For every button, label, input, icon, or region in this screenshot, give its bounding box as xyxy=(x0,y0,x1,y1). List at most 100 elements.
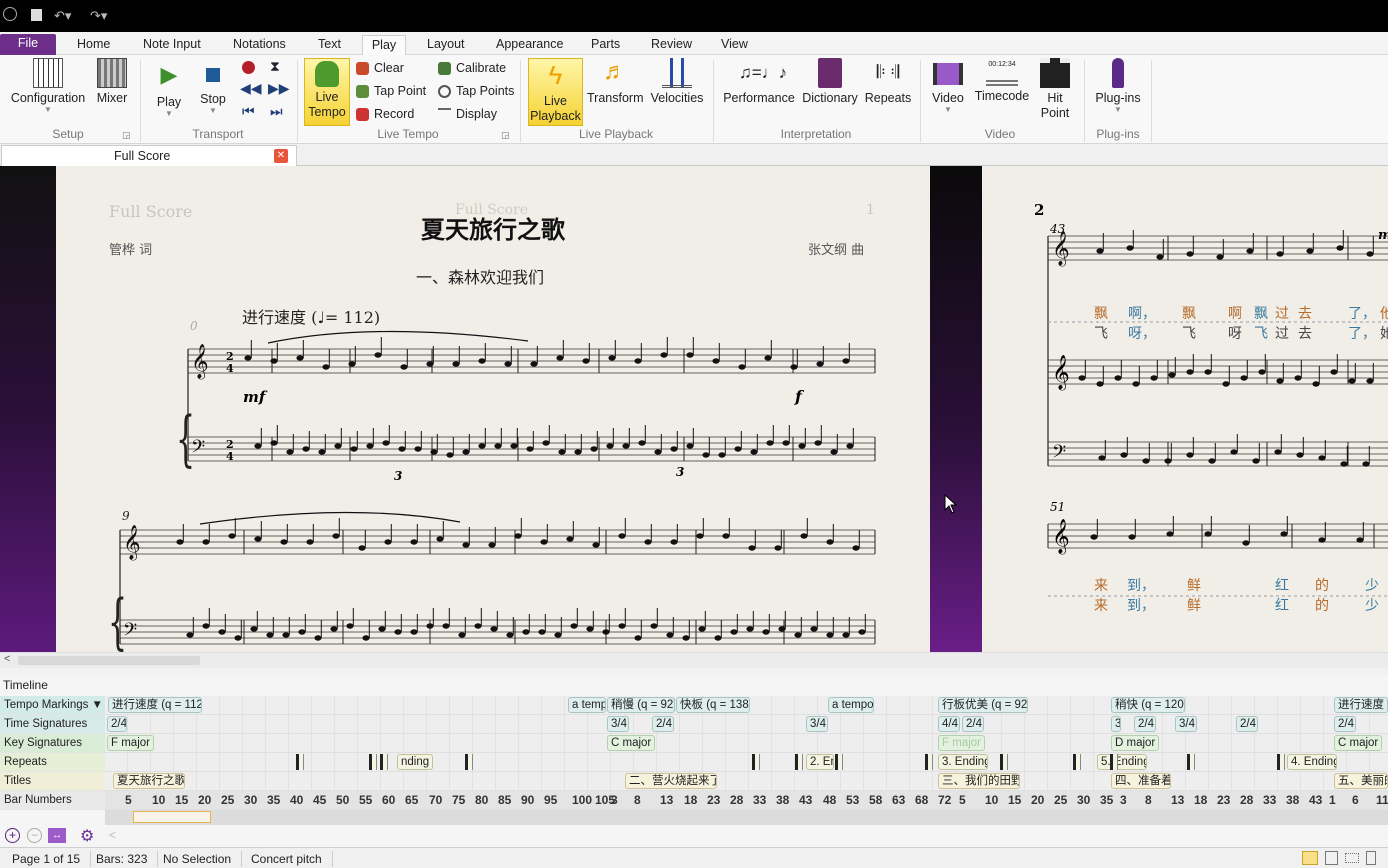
timeline-key-signatures-item[interactable]: F major xyxy=(107,735,154,751)
timeline-row-tempo-markings[interactable]: Tempo Markings ▼ xyxy=(0,696,105,715)
undo-icon[interactable]: ↶▾ xyxy=(54,8,71,24)
view-single-page-icon[interactable] xyxy=(1366,851,1376,865)
live-playback-button[interactable]: ϟ Live Playback xyxy=(528,58,583,126)
tab-appearance[interactable]: Appearance xyxy=(492,35,567,56)
timeline-time-signatures-item[interactable]: 3/4 xyxy=(806,716,828,732)
tab-play[interactable]: Play xyxy=(362,35,406,57)
replay-icon[interactable]: ⧗ xyxy=(270,58,280,75)
timeline-time-signatures-item[interactable]: 2/4 xyxy=(962,716,984,732)
tap-point-button[interactable]: Tap Point xyxy=(356,81,426,101)
repeat-barline-marker[interactable] xyxy=(752,754,760,770)
timeline-tempo-markings-item[interactable]: 进行速度 (q xyxy=(1334,697,1388,713)
tab-note-input[interactable]: Note Input xyxy=(139,35,205,56)
scroll-left-icon[interactable]: < xyxy=(4,653,10,665)
timeline-tempo-markings-item[interactable]: 稍快 (q = 120) xyxy=(1111,697,1185,713)
dictionary-button[interactable]: Dictionary xyxy=(800,58,860,106)
timeline-titles-item[interactable]: 二、营火烧起来了 xyxy=(625,773,717,789)
timeline-row-bar-numbers[interactable]: Bar Numbers xyxy=(0,791,105,810)
timeline-tempo-markings-item[interactable]: a tempo xyxy=(828,697,874,713)
timecode-button[interactable]: 00:12:34 Timecode xyxy=(972,58,1032,104)
settings-gear-icon[interactable]: ⚙ xyxy=(80,826,94,846)
timeline-time-signatures-item[interactable]: 3 xyxy=(1111,716,1121,732)
repeat-barline-marker[interactable] xyxy=(1277,754,1285,770)
timeline-time-signatures-item[interactable]: 2/4 xyxy=(107,716,127,732)
timeline-track-key-signatures[interactable] xyxy=(105,734,1388,753)
repeat-barline-marker[interactable] xyxy=(795,754,803,770)
horizontal-scrollbar[interactable]: < xyxy=(0,652,1388,668)
timeline-time-signatures-item[interactable]: 3/4 xyxy=(1175,716,1197,732)
go-to-start-icon[interactable]: ⏮ xyxy=(242,103,255,120)
timeline-row-time-signatures[interactable]: Time Signatures xyxy=(0,715,105,734)
display-button[interactable]: Display xyxy=(438,104,497,124)
tab-notations[interactable]: Notations xyxy=(229,35,290,56)
timeline-row-titles[interactable]: Titles xyxy=(0,772,105,791)
scrollbar-thumb[interactable] xyxy=(18,656,200,665)
score-page-2[interactable]: 2 43 51 mf 𝄞𝄢𝄞𝄞飘啊，飘啊飘过去了，他飞呀，飞呀飞过去了，她来到，… xyxy=(982,166,1388,652)
repeat-barline-marker[interactable] xyxy=(380,754,388,770)
tab-full-score[interactable]: Full Score ✕ xyxy=(1,145,297,166)
tab-layout[interactable]: Layout xyxy=(423,35,469,56)
timeline-time-signatures-item[interactable]: 3/4 xyxy=(607,716,629,732)
timeline-key-signatures-item[interactable]: D major xyxy=(1111,735,1160,751)
performance-button[interactable]: ♫=♩♪ Performance xyxy=(722,58,796,106)
zoom-in-icon[interactable]: + xyxy=(5,828,20,843)
sibelius-logo-icon[interactable] xyxy=(3,7,17,21)
repeat-barline-marker[interactable] xyxy=(925,754,933,770)
repeats-button[interactable]: 𝄆 𝄇 Repeats xyxy=(863,58,913,106)
timeline-repeats-item[interactable]: nding xyxy=(397,754,433,770)
timeline-key-signatures-item[interactable]: C major xyxy=(607,735,656,751)
repeat-barline-marker[interactable] xyxy=(296,754,304,770)
tab-parts[interactable]: Parts xyxy=(587,35,624,56)
repeat-barline-marker[interactable] xyxy=(1187,754,1195,770)
tab-home[interactable]: Home xyxy=(73,35,114,56)
timeline-key-signatures-item[interactable]: F major xyxy=(938,735,985,751)
timeline-overview[interactable] xyxy=(105,810,1388,825)
repeat-barline-marker[interactable] xyxy=(1073,754,1081,770)
tab-text[interactable]: Text xyxy=(314,35,345,56)
configuration-button[interactable]: Configuration ▼ xyxy=(8,58,88,114)
record-live-tempo-button[interactable]: Record xyxy=(356,104,414,124)
fast-forward-icon[interactable]: ▶▶ xyxy=(268,80,290,97)
timeline-row-repeats[interactable]: Repeats xyxy=(0,753,105,772)
rewind-icon[interactable]: ◀◀ xyxy=(240,80,262,97)
play-button[interactable]: ▶ Play ▼ xyxy=(152,62,186,118)
dialog-launcher-icon[interactable]: ◲ xyxy=(501,130,510,141)
view-pages-vertical-icon[interactable] xyxy=(1325,851,1338,865)
tab-file[interactable]: File xyxy=(0,34,56,55)
fit-width-icon[interactable]: ↔ xyxy=(48,828,66,843)
timeline-key-signatures-item[interactable]: C major xyxy=(1334,735,1383,751)
timeline-tempo-markings-item[interactable]: a temp xyxy=(568,697,606,713)
timeline-titles-item[interactable]: 三、我们的田野 xyxy=(938,773,1020,789)
timeline-titles-item[interactable]: 四、准备着 xyxy=(1111,773,1171,789)
overview-viewport[interactable] xyxy=(133,811,211,823)
repeat-barline-marker[interactable] xyxy=(465,754,473,770)
mixer-button[interactable]: Mixer xyxy=(94,58,130,106)
repeat-barline-marker[interactable] xyxy=(835,754,843,770)
calibrate-button[interactable]: Calibrate xyxy=(438,58,506,78)
timeline-time-signatures-item[interactable]: 2/4 xyxy=(1134,716,1156,732)
tab-view[interactable]: View xyxy=(717,35,752,56)
go-to-end-icon[interactable]: ⏭ xyxy=(270,103,283,120)
timeline-repeats-item[interactable]: 3. Ending xyxy=(938,754,988,770)
timeline-titles-item[interactable]: 夏天旅行之歌 xyxy=(113,773,185,789)
timeline-tempo-markings-item[interactable]: 行板优美 (q = 92) xyxy=(938,697,1028,713)
plugins-button[interactable]: Plug-ins ▼ xyxy=(1092,58,1144,114)
timeline-tempo-markings-item[interactable]: 进行速度 (q = 112) xyxy=(108,697,202,713)
transform-button[interactable]: ♬ Transform xyxy=(587,58,644,106)
timeline-track-titles[interactable] xyxy=(105,772,1388,791)
timeline-repeats-item[interactable]: 2. En xyxy=(806,754,834,770)
score-view[interactable]: Full Score Full Score 1 夏天旅行之歌 管桦 词 张文纲 … xyxy=(0,166,1388,652)
save-icon[interactable] xyxy=(31,9,42,21)
tap-points-button[interactable]: Tap Points xyxy=(438,81,514,101)
record-icon[interactable] xyxy=(242,61,255,74)
clear-button[interactable]: Clear xyxy=(356,58,404,78)
live-tempo-button[interactable]: Live Tempo xyxy=(304,58,350,126)
repeat-barline-marker[interactable] xyxy=(1000,754,1008,770)
video-button[interactable]: Video ▼ xyxy=(928,58,968,114)
timeline-tempo-markings-item[interactable]: 快板 (q = 138) xyxy=(676,697,750,713)
scroll-left-icon[interactable]: < xyxy=(109,828,116,842)
timeline-repeats-item[interactable]: 4. Ending xyxy=(1287,754,1337,770)
view-spreads-icon[interactable] xyxy=(1302,851,1318,865)
timeline-titles-item[interactable]: 五、美丽的 xyxy=(1334,773,1388,789)
velocities-button[interactable]: Velocities xyxy=(649,58,705,106)
